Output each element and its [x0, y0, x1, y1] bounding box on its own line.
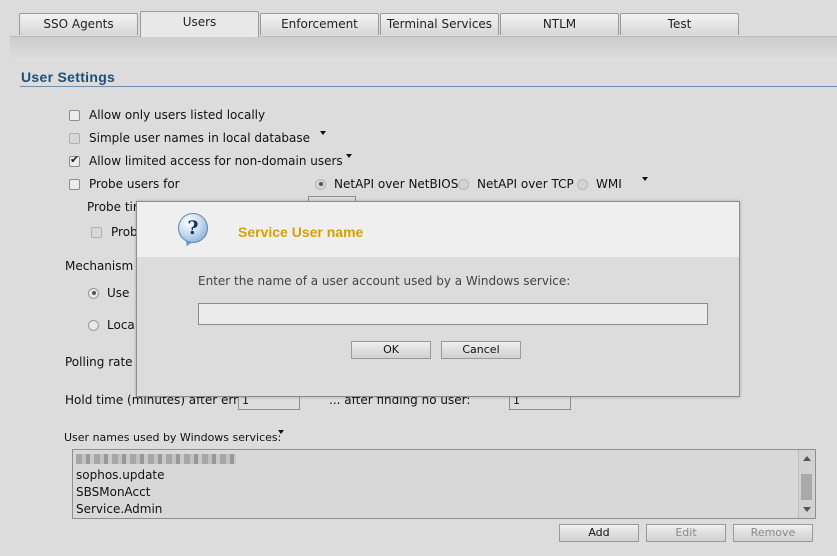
mechanism-use-option: Use: [88, 286, 129, 300]
polling-rate-text: Polling rate (r: [65, 355, 146, 369]
option-limited-access: Allow limited access for non-domain user…: [69, 153, 343, 168]
scroll-down-icon[interactable]: [803, 507, 811, 512]
cancel-button[interactable]: Cancel: [441, 341, 521, 359]
wmi-label: WMI: [596, 177, 622, 191]
tab-ntlm[interactable]: NTLM: [500, 13, 619, 35]
dialog-header: ? Service User name: [137, 202, 739, 257]
simple-names-info-icon[interactable]: [320, 131, 326, 135]
section-divider: [20, 86, 837, 87]
limited-access-checkbox[interactable]: [69, 153, 80, 167]
tab-sso-agents[interactable]: SSO Agents: [19, 13, 138, 35]
ok-button[interactable]: OK: [351, 341, 431, 359]
mechanism-local-radio[interactable]: [88, 319, 99, 331]
probe-wmi-option: WMI: [577, 177, 622, 191]
tab-enforcement[interactable]: Enforcement: [260, 13, 379, 35]
mechanism-local-label: Loca: [107, 318, 135, 332]
probe-sub-option: Prob: [91, 225, 138, 239]
probe-info-icon[interactable]: [642, 177, 648, 181]
remove-button[interactable]: Remove: [733, 524, 813, 542]
service-user-dialog: ? Service User name Enter the name of a …: [136, 201, 740, 397]
dialog-title: Service User name: [238, 224, 364, 240]
netbios-label: NetAPI over NetBIOS: [334, 177, 459, 191]
list-item[interactable]: Service.Admin: [73, 501, 815, 518]
mechanism-use-label: Use: [107, 286, 130, 300]
edit-button[interactable]: Edit: [646, 524, 726, 542]
mechanism-text: Mechanism f: [65, 259, 142, 273]
simple-names-checkbox[interactable]: [69, 132, 80, 144]
allow-local-checkbox[interactable]: [69, 109, 80, 121]
mechanism-local-option: Loca: [88, 318, 135, 332]
service-user-input[interactable]: [198, 303, 708, 325]
redacted-text: [76, 454, 236, 464]
wmi-radio[interactable]: [577, 178, 588, 190]
tab-users[interactable]: Users: [140, 11, 259, 37]
mechanism-use-radio[interactable]: [88, 287, 99, 299]
user-settings-page: SSO Agents Users Enforcement Terminal Se…: [0, 0, 837, 556]
question-icon: ?: [178, 213, 208, 243]
question-mark-glyph: ?: [187, 217, 199, 239]
section-title: User Settings: [21, 69, 116, 85]
allow-local-label: Allow only users listed locally: [89, 108, 266, 122]
mechanism-label: Mechanism f: [65, 259, 141, 273]
services-info-icon[interactable]: [278, 430, 284, 434]
probe-users-label: Probe users for: [89, 177, 180, 191]
probe-tcp-option: NetAPI over TCP: [458, 177, 574, 191]
tab-test[interactable]: Test: [620, 13, 739, 35]
scroll-thumb[interactable]: [801, 474, 812, 500]
list-item[interactable]: sophos.update: [73, 467, 815, 484]
probe-netbios-option: NetAPI over NetBIOS: [315, 177, 458, 191]
probe-users-checkbox[interactable]: [69, 178, 80, 190]
limited-access-info-icon[interactable]: [346, 154, 352, 158]
scroll-up-icon[interactable]: [803, 456, 811, 461]
dialog-prompt: Enter the name of a user account used by…: [198, 274, 571, 288]
netbios-radio[interactable]: [315, 178, 326, 190]
simple-names-label: Simple user names in local database: [89, 131, 311, 145]
probe-sub-checkbox[interactable]: [91, 226, 102, 238]
listbox-scrollbar[interactable]: [798, 450, 815, 518]
services-label: User names used by Windows services:: [64, 431, 281, 444]
tcp-label: NetAPI over TCP: [477, 177, 574, 191]
polling-rate-label: Polling rate (r: [65, 355, 146, 369]
tab-bar: [10, 36, 837, 59]
option-probe-users: Probe users for: [69, 177, 180, 191]
tcp-radio[interactable]: [458, 178, 469, 190]
services-listbox[interactable]: sophos.update SBSMonAcct Service.Admin: [72, 449, 816, 519]
option-simple-names: Simple user names in local database: [69, 131, 310, 145]
limited-access-label: Allow limited access for non-domain user…: [89, 154, 343, 168]
list-item[interactable]: SBSMonAcct: [73, 484, 815, 501]
option-allow-local: Allow only users listed locally: [69, 108, 265, 122]
services-label-text: User names used by Windows services:: [64, 431, 282, 444]
probe-sub-label: Prob: [111, 225, 138, 239]
add-button[interactable]: Add: [559, 524, 639, 542]
tab-terminal-services[interactable]: Terminal Services: [380, 13, 499, 35]
list-item-redacted[interactable]: [73, 450, 815, 467]
